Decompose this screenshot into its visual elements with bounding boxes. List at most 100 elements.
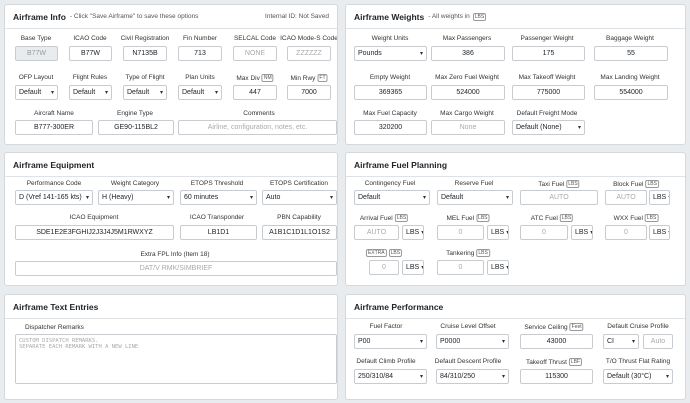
- default-climb-profile-select[interactable]: 250/310/84: [354, 369, 427, 384]
- civil-reg-field[interactable]: N7135B: [123, 46, 167, 61]
- mel-fuel-field[interactable]: 0: [437, 225, 484, 240]
- mel-fuel-unit-select[interactable]: LBS: [487, 225, 509, 240]
- mode-s-field[interactable]: ZZZZZZ: [287, 46, 331, 61]
- type-of-flight-select[interactable]: Default: [123, 85, 167, 100]
- mtow-field[interactable]: 775000: [512, 85, 585, 100]
- arrival-fuel-unit-select[interactable]: LBS: [402, 225, 424, 240]
- flight-rules-select[interactable]: Default: [69, 85, 112, 100]
- label-to-thrust-flat-rating: T/O Thrust Flat Rating: [605, 358, 671, 365]
- selcal-field[interactable]: NONE: [233, 46, 277, 61]
- label-reserve-fuel: Reserve Fuel: [454, 180, 494, 187]
- card-subtitle: - All weights in: [428, 13, 470, 20]
- label-dispatcher-remarks: Dispatcher Remarks: [25, 324, 84, 331]
- tankering-field[interactable]: 0: [437, 260, 484, 275]
- atc-fuel-unit-select[interactable]: LBS: [571, 225, 593, 240]
- cruise-level-offset-select[interactable]: P0000: [436, 334, 509, 349]
- pbn-capability-field[interactable]: A1B1C1D1L1O1S2: [262, 225, 337, 240]
- passenger-weight-field[interactable]: 175: [512, 46, 585, 61]
- lbs-badge: LBS: [388, 249, 403, 257]
- icao-transponder-field[interactable]: LB1D1: [180, 225, 257, 240]
- atc-fuel-field[interactable]: 0: [520, 225, 568, 240]
- wxx-fuel-field[interactable]: 0: [605, 225, 647, 240]
- dispatcher-remarks-textarea[interactable]: CUSTOM DISPATCH REMARKS. SEPARATE EACH R…: [15, 334, 337, 384]
- default-cruise-profile-select[interactable]: CI: [603, 334, 639, 349]
- ft-unit-select[interactable]: FT: [317, 74, 328, 82]
- internal-id: Internal ID: Not Saved: [265, 13, 329, 20]
- fuel-factor-select[interactable]: P00: [354, 334, 427, 349]
- block-fuel-unit-select[interactable]: LBS: [649, 190, 670, 205]
- extra-fuel-unit-select[interactable]: LBS: [402, 260, 424, 275]
- card-subtitle: - Click "Save Airframe" to save these op…: [69, 13, 199, 20]
- card-header: Airframe Weights - All weights in LBS: [346, 5, 685, 29]
- icao-equipment-field[interactable]: SDE1E2E3FGHIJ2J3J4J5M1RWXYZ: [15, 225, 174, 240]
- mlw-field[interactable]: 554000: [594, 85, 668, 100]
- min-rwy-field[interactable]: 7000: [287, 85, 331, 100]
- etops-threshold-select[interactable]: 60 minutes: [180, 190, 257, 205]
- airframe-weights-card: Airframe Weights - All weights in LBS We…: [345, 4, 686, 145]
- label-atc-fuel: ATC Fuel LBS: [530, 214, 574, 222]
- label-base-type: Base Type: [20, 35, 52, 42]
- card-header: Airframe Text Entries: [5, 295, 337, 319]
- label-etops-certification: ETOPS Certification: [269, 180, 329, 187]
- lbs-badge: LBS: [644, 214, 659, 222]
- block-fuel-field[interactable]: AUTO: [605, 190, 647, 205]
- default-descent-profile-select[interactable]: 84/310/250: [436, 369, 509, 384]
- extra-select[interactable]: EXTRA: [365, 249, 387, 257]
- lbf-unit-select[interactable]: LBF: [568, 358, 583, 366]
- extra-fpl-info-field[interactable]: DAT/V RMK/SIMBRIEF: [15, 261, 337, 276]
- label-icao-transponder: ICAO Transponder: [189, 214, 245, 221]
- label-tankering: Tankering LBS: [446, 249, 490, 257]
- label-block-fuel: Block Fuel LBS: [613, 180, 659, 188]
- plan-units-select[interactable]: Default: [178, 85, 222, 100]
- ofp-layout-select[interactable]: Default: [15, 85, 58, 100]
- comments-field[interactable]: Airline, configuration, notes, etc.: [178, 120, 337, 135]
- max-cargo-weight-field[interactable]: None: [431, 120, 505, 135]
- card-title: Airframe Info: [13, 11, 66, 22]
- default-freight-mode-select[interactable]: Default (None): [512, 120, 585, 135]
- weight-units-select[interactable]: Pounds: [354, 46, 427, 61]
- label-default-freight-mode: Default Freight Mode: [516, 110, 578, 117]
- icao-code-field[interactable]: B77W: [69, 46, 112, 61]
- weight-category-select[interactable]: H (Heavy): [98, 190, 174, 205]
- max-div-field[interactable]: 447: [233, 85, 277, 100]
- lbs-badge: LBS: [559, 214, 574, 222]
- label-engine-type: Engine Type: [116, 110, 154, 117]
- label-pbn-capability: PBN Capability: [277, 214, 321, 221]
- etops-certification-select[interactable]: Auto: [262, 190, 337, 205]
- label-default-cruise-profile: Default Cruise Profile: [607, 323, 669, 330]
- max-fuel-capacity-field[interactable]: 320200: [354, 120, 427, 135]
- service-ceiling-field[interactable]: 43000: [520, 334, 593, 349]
- card-header: Airframe Performance: [346, 295, 685, 319]
- contingency-fuel-select[interactable]: Default: [354, 190, 430, 205]
- mzfw-field[interactable]: 524000: [431, 85, 505, 100]
- max-passengers-field[interactable]: 386: [431, 46, 505, 61]
- taxi-fuel-field[interactable]: AUTO: [520, 190, 598, 205]
- lbs-badge: LBS: [476, 214, 490, 222]
- to-thrust-flat-rating-select[interactable]: Default (30°C): [603, 369, 673, 384]
- baggage-weight-field[interactable]: 55: [594, 46, 668, 61]
- aircraft-name-field[interactable]: B777-300ER: [15, 120, 93, 135]
- card-header: Airframe Fuel Planning: [346, 153, 685, 177]
- cruise-profile-value-field[interactable]: Auto: [643, 334, 673, 349]
- card-title: Airframe Performance: [354, 301, 444, 312]
- arrival-fuel-field[interactable]: AUTO: [354, 225, 399, 240]
- label-fuel-factor: Fuel Factor: [369, 323, 403, 330]
- label-extra-fuel: EXTRA LBS: [365, 249, 403, 257]
- airframe-fuel-planning-card: Airframe Fuel Planning Contingency Fuel …: [345, 152, 686, 286]
- label-wxx-fuel: WXX Fuel LBS: [613, 214, 659, 222]
- card-header: Airframe Equipment: [5, 153, 337, 177]
- wxx-fuel-unit-select[interactable]: LBS: [649, 225, 670, 240]
- lbs-badge: LBS: [476, 249, 490, 257]
- engine-type-field[interactable]: GE90-115BL2: [98, 120, 174, 135]
- label-mel-fuel: MEL Fuel LBS: [446, 214, 490, 222]
- takeoff-thrust-field[interactable]: 115300: [520, 369, 593, 384]
- tankering-unit-select[interactable]: LBS: [487, 260, 509, 275]
- performance-code-select[interactable]: D (Vref 141-165 kts): [15, 190, 93, 205]
- reserve-fuel-select[interactable]: Default: [437, 190, 513, 205]
- extra-fuel-field[interactable]: 0: [369, 260, 399, 275]
- label-mode-s: ICAO Mode-S Code: [280, 35, 338, 42]
- label-flight-rules: Flight Rules: [72, 74, 108, 81]
- fin-number-field[interactable]: 713: [178, 46, 222, 61]
- empty-weight-field[interactable]: 369365: [354, 85, 427, 100]
- label-icao-equipment: ICAO Equipment: [69, 214, 119, 221]
